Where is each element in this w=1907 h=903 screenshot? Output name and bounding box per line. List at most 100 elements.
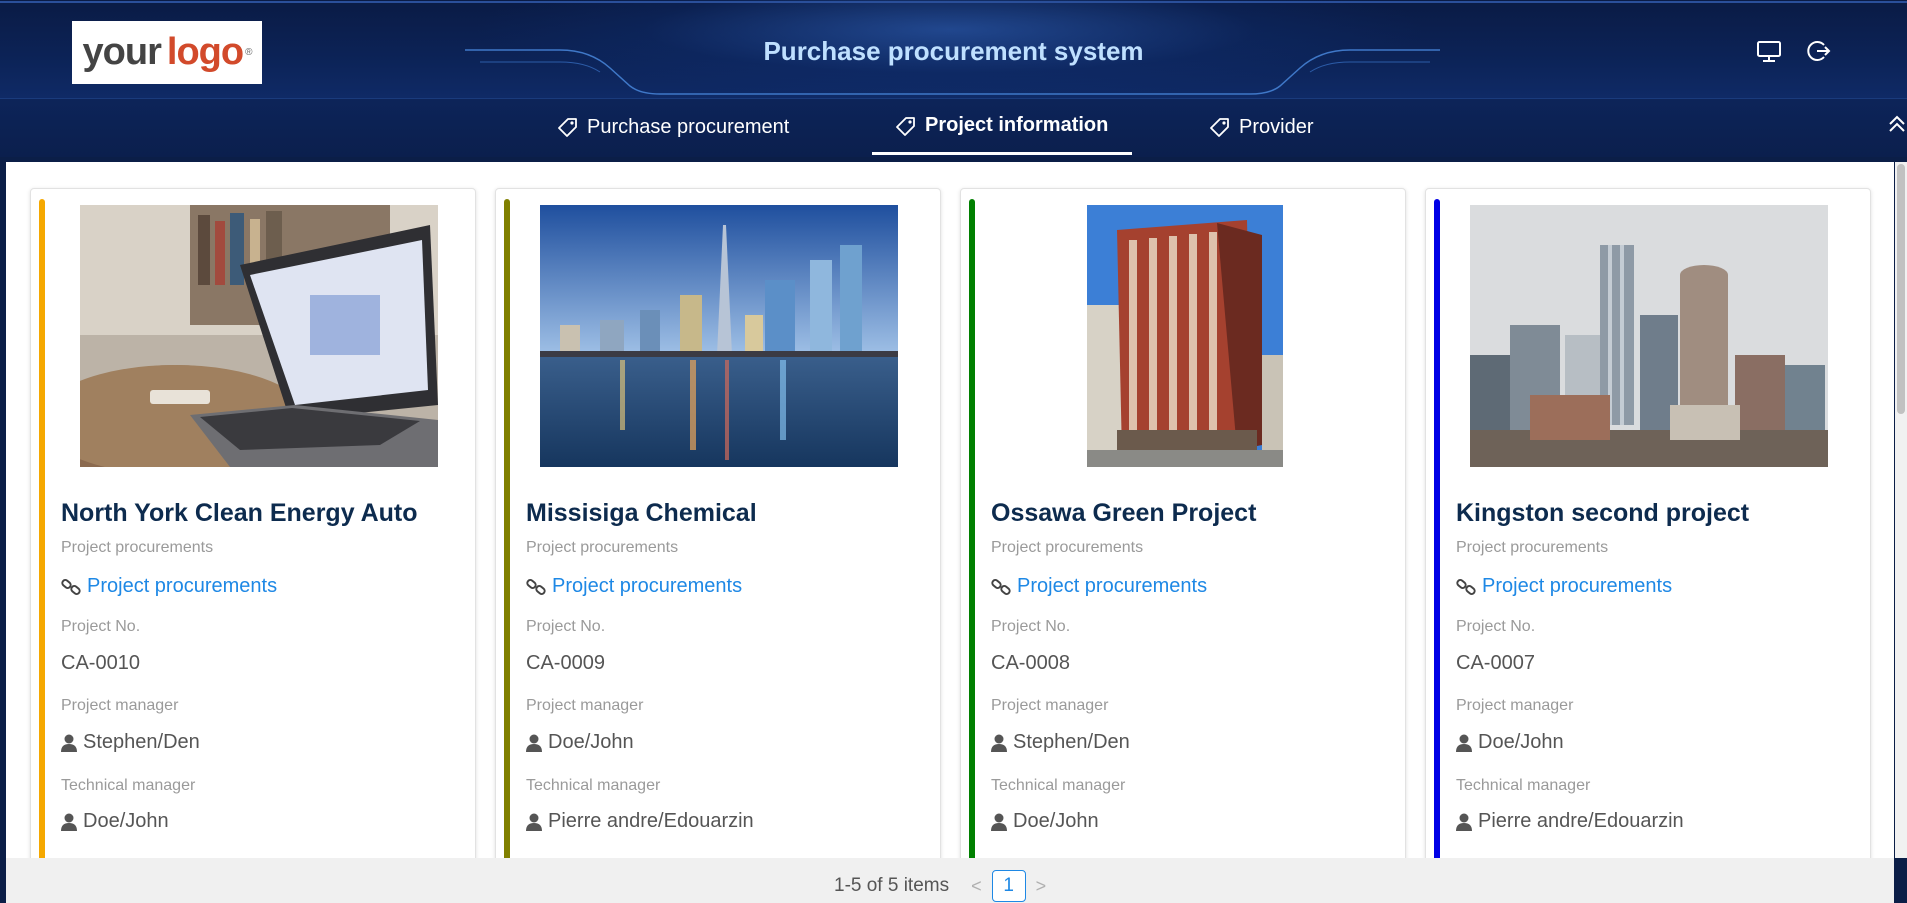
project-manager-label: Project manager xyxy=(991,697,1109,714)
project-manager-value: Doe/John xyxy=(1456,731,1564,754)
project-card[interactable]: Kingston second project Project procurem… xyxy=(1425,188,1871,858)
user-icon xyxy=(991,734,1007,752)
project-no-text: CA-0008 xyxy=(991,652,1070,674)
user-icon xyxy=(1456,813,1472,831)
technical-manager-label: Technical manager xyxy=(1456,777,1591,794)
project-manager-name: Doe/John xyxy=(548,731,634,753)
project-photo xyxy=(1470,205,1828,467)
tab-label: Project information xyxy=(925,114,1109,136)
project-title: North York Clean Energy Auto xyxy=(61,499,418,527)
card-accent-stripe xyxy=(969,199,975,858)
logout-icon[interactable] xyxy=(1805,38,1831,64)
card-accent-stripe xyxy=(504,199,510,858)
project-manager-value: Stephen/Den xyxy=(991,731,1130,754)
procurements-label: Project procurements xyxy=(526,539,679,556)
technical-manager-label: Technical manager xyxy=(526,777,661,794)
next-page-icon[interactable]: > xyxy=(1036,876,1047,897)
card-accent-stripe xyxy=(39,199,45,858)
user-icon xyxy=(526,734,542,752)
project-procurements-link[interactable]: Project procurements xyxy=(61,575,277,598)
procurements-label: Project procurements xyxy=(1456,539,1609,556)
tag-icon xyxy=(558,118,577,137)
scrollbar-thumb[interactable] xyxy=(1897,164,1905,414)
pagination-bar: 1-5 of 5 items < 1 > xyxy=(6,858,1894,903)
link-text: Project procurements xyxy=(87,575,278,597)
collapse-chevron-icon[interactable] xyxy=(1887,114,1907,134)
procurements-label: Project procurements xyxy=(991,539,1144,556)
project-no-label: Project No. xyxy=(61,618,141,635)
project-manager-label: Project manager xyxy=(1456,697,1574,714)
user-icon xyxy=(526,813,542,831)
project-manager-name: Stephen/Den xyxy=(83,731,200,753)
project-manager-value: Stephen/Den xyxy=(61,731,200,754)
tag-icon xyxy=(896,116,915,136)
project-procurements-link[interactable]: Project procurements xyxy=(526,575,742,598)
page-number-button[interactable]: 1 xyxy=(991,870,1026,902)
link-icon xyxy=(1456,578,1476,595)
technical-manager-name: Doe/John xyxy=(1013,810,1099,832)
user-icon xyxy=(991,813,1007,831)
project-no-value: CA-0010 xyxy=(61,652,140,675)
link-icon xyxy=(61,578,81,595)
project-procurements-link[interactable]: Project procurements xyxy=(1456,575,1672,598)
main-nav: Purchase procurement Project information… xyxy=(0,98,1907,157)
procurements-label: Project procurements xyxy=(61,539,214,556)
technical-manager-value: Doe/John xyxy=(61,810,169,833)
project-photo xyxy=(1087,205,1283,467)
project-card-grid: North York Clean Energy Auto Project pro… xyxy=(6,162,1894,858)
project-manager-value: Doe/John xyxy=(526,731,634,754)
technical-manager-name: Doe/John xyxy=(83,810,169,832)
project-no-text: CA-0007 xyxy=(1456,652,1535,674)
technical-manager-name: Pierre andre/Edouarzin xyxy=(1478,810,1684,832)
tab-project-information[interactable]: Project information xyxy=(872,99,1133,155)
technical-manager-value: Doe/John xyxy=(991,810,1099,833)
pagination: 1-5 of 5 items < 1 > xyxy=(834,870,1056,902)
project-title: Ossawa Green Project xyxy=(991,499,1257,527)
user-icon xyxy=(1456,734,1472,752)
project-photo xyxy=(80,205,438,467)
app-header: your logo ® Purchase procurement system xyxy=(0,0,1907,98)
project-title: Missisiga Chemical xyxy=(526,499,757,527)
tab-provider[interactable]: Provider xyxy=(1210,99,1313,155)
project-no-value: CA-0009 xyxy=(526,652,605,675)
project-manager-label: Project manager xyxy=(61,697,179,714)
technical-manager-label: Technical manager xyxy=(991,777,1126,794)
project-card[interactable]: Ossawa Green Project Project procurement… xyxy=(960,188,1406,858)
link-text: Project procurements xyxy=(552,575,743,597)
prev-page-icon[interactable]: < xyxy=(971,876,982,897)
project-no-label: Project No. xyxy=(991,618,1071,635)
project-photo xyxy=(540,205,898,467)
user-icon xyxy=(61,813,77,831)
project-manager-name: Doe/John xyxy=(1478,731,1564,753)
tag-icon xyxy=(1210,118,1229,137)
link-text: Project procurements xyxy=(1482,575,1673,597)
project-manager-label: Project manager xyxy=(526,697,644,714)
tab-purchase-procurement[interactable]: Purchase procurement xyxy=(558,99,789,155)
project-no-value: CA-0007 xyxy=(1456,652,1535,675)
project-no-label: Project No. xyxy=(1456,618,1536,635)
project-no-label: Project No. xyxy=(526,618,606,635)
project-manager-name: Stephen/Den xyxy=(1013,731,1130,753)
technical-manager-label: Technical manager xyxy=(61,777,196,794)
tab-label: Provider xyxy=(1239,115,1314,138)
technical-manager-value: Pierre andre/Edouarzin xyxy=(526,810,754,833)
pagination-summary: 1-5 of 5 items xyxy=(834,875,950,896)
project-no-text: CA-0010 xyxy=(61,652,140,674)
link-icon xyxy=(991,578,1011,595)
project-card[interactable]: North York Clean Energy Auto Project pro… xyxy=(30,188,476,858)
project-no-text: CA-0009 xyxy=(526,652,605,674)
user-icon xyxy=(61,734,77,752)
project-procurements-link[interactable]: Project procurements xyxy=(991,575,1207,598)
project-title: Kingston second project xyxy=(1456,499,1750,527)
technical-manager-name: Pierre andre/Edouarzin xyxy=(548,810,754,832)
card-accent-stripe xyxy=(1434,199,1440,858)
technical-manager-value: Pierre andre/Edouarzin xyxy=(1456,810,1684,833)
link-icon xyxy=(526,578,546,595)
project-no-value: CA-0008 xyxy=(991,652,1070,675)
vertical-scrollbar[interactable] xyxy=(1895,162,1907,858)
monitor-icon[interactable] xyxy=(1756,38,1782,64)
link-text: Project procurements xyxy=(1017,575,1208,597)
tab-label: Purchase procurement xyxy=(587,115,790,138)
project-card[interactable]: Missisiga Chemical Project procurements … xyxy=(495,188,941,858)
app-title: Purchase procurement system xyxy=(763,36,1144,66)
